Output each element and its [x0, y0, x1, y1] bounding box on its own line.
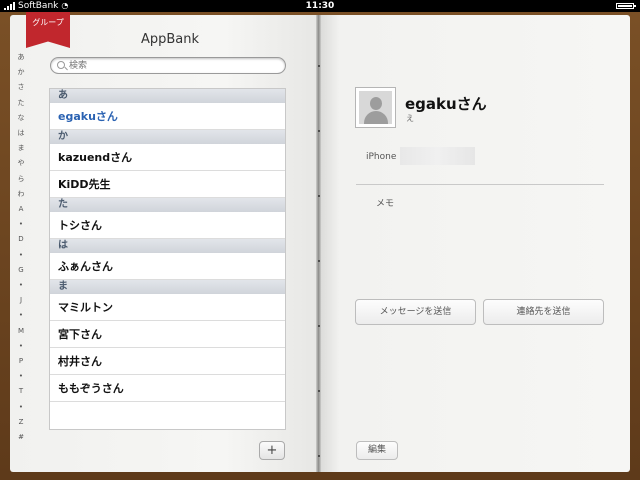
- index-item[interactable]: Z: [14, 416, 28, 428]
- contact-row[interactable]: 村井さん: [50, 348, 285, 375]
- index-item[interactable]: や: [14, 158, 28, 170]
- binding-dot: [318, 130, 320, 132]
- add-contact-button[interactable]: +: [259, 441, 285, 460]
- contact-row[interactable]: 宮下さん: [50, 321, 285, 348]
- index-item[interactable]: た: [14, 97, 28, 109]
- index-item[interactable]: J: [14, 295, 28, 307]
- index-item[interactable]: ま: [14, 143, 28, 155]
- index-item[interactable]: G: [14, 264, 28, 276]
- status-bar: SoftBank ◔ 11:30: [0, 0, 640, 12]
- index-item[interactable]: •: [14, 401, 28, 413]
- binding-dot: [318, 325, 320, 327]
- index-item[interactable]: T: [14, 386, 28, 398]
- contact-list: あ egakuさんか kazuendさん KiDD先生たトシさんはふぁんさんまマミルト…: [49, 88, 286, 430]
- index-item[interactable]: な: [14, 112, 28, 124]
- clock: 11:30: [305, 1, 335, 11]
- index-item[interactable]: •: [14, 249, 28, 261]
- index-item[interactable]: •: [14, 371, 28, 383]
- index-item[interactable]: •: [14, 340, 28, 352]
- search-field[interactable]: [50, 57, 286, 74]
- contact-row[interactable]: トシさん: [50, 212, 285, 239]
- section-header: た: [50, 198, 285, 212]
- index-item[interactable]: か: [14, 67, 28, 79]
- binding-dot: [318, 260, 320, 262]
- memo-label: メモ: [376, 199, 395, 209]
- share-contact-button[interactable]: 連絡先を送信: [483, 299, 604, 325]
- section-header: ま: [50, 280, 285, 294]
- index-item[interactable]: M: [14, 325, 28, 337]
- index-item[interactable]: わ: [14, 188, 28, 200]
- search-icon: [57, 61, 65, 69]
- person-silhouette-icon: [359, 91, 392, 124]
- section-index-bar[interactable]: あかさたなはまやらわ A • D • G • J • M • P • T • Z #: [14, 52, 28, 448]
- section-header: あ: [50, 89, 285, 103]
- section-header: か: [50, 130, 285, 144]
- group-title: AppBank: [140, 32, 200, 47]
- divider: [356, 184, 604, 185]
- index-item[interactable]: #: [14, 432, 28, 443]
- contact-name: egakuさん: [405, 95, 487, 113]
- index-item[interactable]: D: [14, 234, 28, 246]
- index-item[interactable]: ら: [14, 173, 28, 185]
- index-item[interactable]: •: [14, 310, 28, 322]
- binding-dot: [318, 390, 320, 392]
- index-item[interactable]: あ: [14, 52, 28, 63]
- binding-dot: [318, 195, 320, 197]
- binding-dot: [318, 65, 320, 67]
- index-item[interactable]: •: [14, 219, 28, 231]
- index-item[interactable]: A: [14, 204, 28, 215]
- battery-icon: [616, 3, 636, 9]
- index-item[interactable]: P: [14, 356, 28, 367]
- phone-label: iPhone: [366, 152, 397, 162]
- search-input[interactable]: [69, 58, 269, 73]
- contact-row[interactable]: ももぞうさん: [50, 375, 285, 402]
- contact-row[interactable]: egakuさん: [50, 103, 285, 130]
- edit-button[interactable]: 編集: [356, 441, 398, 460]
- contact-reading: え: [406, 114, 414, 123]
- phone-number-redacted[interactable]: [400, 147, 475, 165]
- index-item[interactable]: さ: [14, 82, 28, 94]
- index-item[interactable]: •: [14, 280, 28, 291]
- contact-row[interactable]: KiDD先生: [50, 171, 285, 198]
- index-item[interactable]: は: [14, 128, 28, 139]
- send-message-button[interactable]: メッセージを送信: [355, 299, 476, 325]
- section-header: は: [50, 239, 285, 253]
- binding-dot: [318, 455, 320, 457]
- contact-row[interactable]: ふぁんさん: [50, 253, 285, 280]
- contact-row[interactable]: kazuendさん: [50, 144, 285, 171]
- right-page: [321, 15, 630, 472]
- plus-icon: +: [266, 443, 278, 458]
- contact-row[interactable]: マミルトン: [50, 294, 285, 321]
- avatar[interactable]: [355, 87, 396, 128]
